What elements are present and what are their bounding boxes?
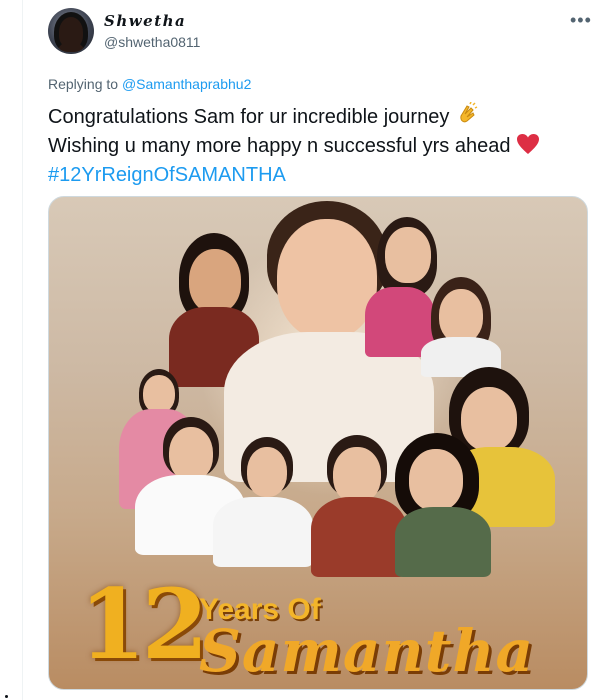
tweet-text-line-2: Wishing u many more happy n successful y… xyxy=(48,135,511,157)
reply-target-link[interactable]: @Samanthaprabhu2 xyxy=(122,76,251,92)
poster-number: 12 xyxy=(79,568,209,681)
left-panel-edge xyxy=(0,0,23,700)
replying-to: Replying to @Samanthaprabhu2 xyxy=(48,76,251,92)
poster-name: Samantha xyxy=(199,617,535,685)
avatar[interactable] xyxy=(48,8,94,54)
tweet-text-line-1: Congratulations Sam for ur incredible jo… xyxy=(48,106,450,128)
tweet-text: Congratulations Sam for ur incredible jo… xyxy=(48,101,588,188)
tweet-line-2: Wishing u many more happy n successful y… xyxy=(48,133,588,162)
clapping-hands-icon xyxy=(455,101,479,133)
display-name[interactable]: Shwetha xyxy=(104,12,186,30)
tweet-line-1: Congratulations Sam for ur incredible jo… xyxy=(48,101,588,133)
more-icon[interactable]: ••• xyxy=(570,10,592,31)
replying-to-label: Replying to xyxy=(48,76,119,92)
red-heart-icon xyxy=(516,133,540,162)
left-panel-dot xyxy=(5,695,8,698)
tweet[interactable]: Shwetha @shwetha0811 ••• Replying to @Sa… xyxy=(34,0,600,700)
hashtag-link[interactable]: #12YrReignOfSAMANTHA xyxy=(48,162,588,188)
tweet-media-image[interactable]: 12 Years Of Samantha xyxy=(48,196,588,690)
avatar-hair xyxy=(54,12,88,52)
user-handle[interactable]: @shwetha0811 xyxy=(104,34,200,50)
